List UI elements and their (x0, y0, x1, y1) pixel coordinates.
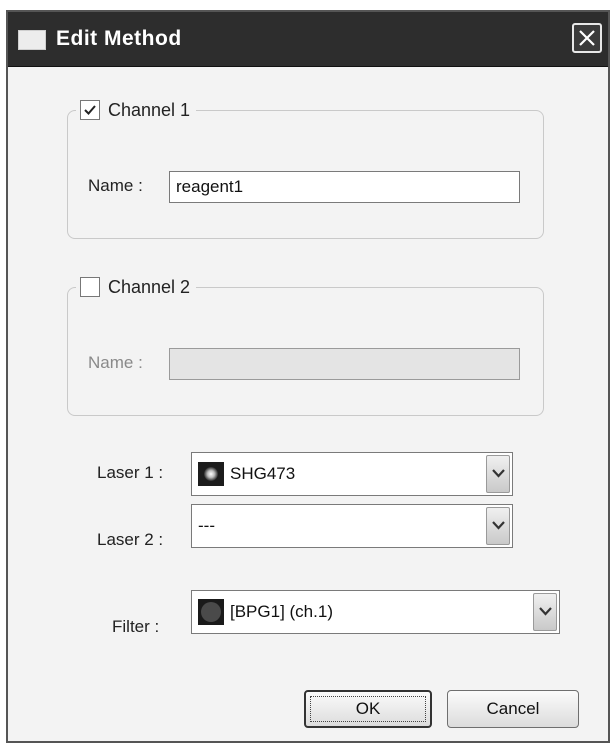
channel2-name-label: Name : (88, 353, 143, 372)
channel2-checkbox[interactable] (80, 277, 100, 297)
window-icon (18, 30, 46, 50)
checkmark-icon (84, 105, 96, 115)
laser1-label: Laser 1 : (97, 463, 164, 482)
laser2-text: --- (198, 516, 215, 535)
laser-icon (198, 462, 224, 486)
laser2-dropdown-button[interactable] (486, 507, 510, 545)
channel2-label: Channel 2 (108, 276, 191, 297)
laser2-label: Laser 2 : (97, 530, 164, 549)
dialog-title: Edit Method (56, 27, 182, 50)
channel2-name-input[interactable] (169, 348, 520, 380)
chevron-down-icon (539, 607, 552, 616)
filter-label: Filter : (112, 617, 160, 636)
close-button[interactable] (572, 23, 602, 53)
laser1-select[interactable]: SHG473 (191, 452, 513, 496)
channel1-name-input[interactable] (169, 171, 520, 203)
cancel-button[interactable]: Cancel (447, 690, 579, 728)
channel1-legend: Channel 1 (76, 97, 197, 123)
laser2-value: --- (198, 505, 482, 547)
ok-button-label: OK (355, 699, 381, 718)
filter-select[interactable]: [BPG1] (ch.1) (191, 590, 560, 634)
laser1-dropdown-button[interactable] (486, 455, 510, 493)
filter-dropdown-button[interactable] (533, 593, 557, 631)
ok-button[interactable]: OK (304, 690, 432, 728)
laser1-value: SHG473 (198, 453, 482, 495)
laser2-select[interactable]: --- (191, 504, 513, 548)
filter-value: [BPG1] (ch.1) (198, 591, 529, 633)
channel1-label: Channel 1 (108, 99, 191, 120)
cancel-button-label: Cancel (486, 699, 540, 718)
chevron-down-icon (492, 469, 505, 478)
channel1-name-label: Name : (88, 176, 143, 195)
channel1-checkbox[interactable] (80, 100, 100, 120)
filter-text: [BPG1] (ch.1) (230, 602, 333, 621)
filter-icon (198, 599, 224, 625)
channel2-legend: Channel 2 (76, 274, 197, 300)
edit-method-dialog: Edit Method Channel 1 Name : Channel 2 N… (6, 10, 610, 743)
chevron-down-icon (492, 521, 505, 530)
title-bar[interactable]: Edit Method (8, 12, 608, 67)
close-icon (579, 30, 595, 46)
laser1-text: SHG473 (230, 464, 296, 483)
